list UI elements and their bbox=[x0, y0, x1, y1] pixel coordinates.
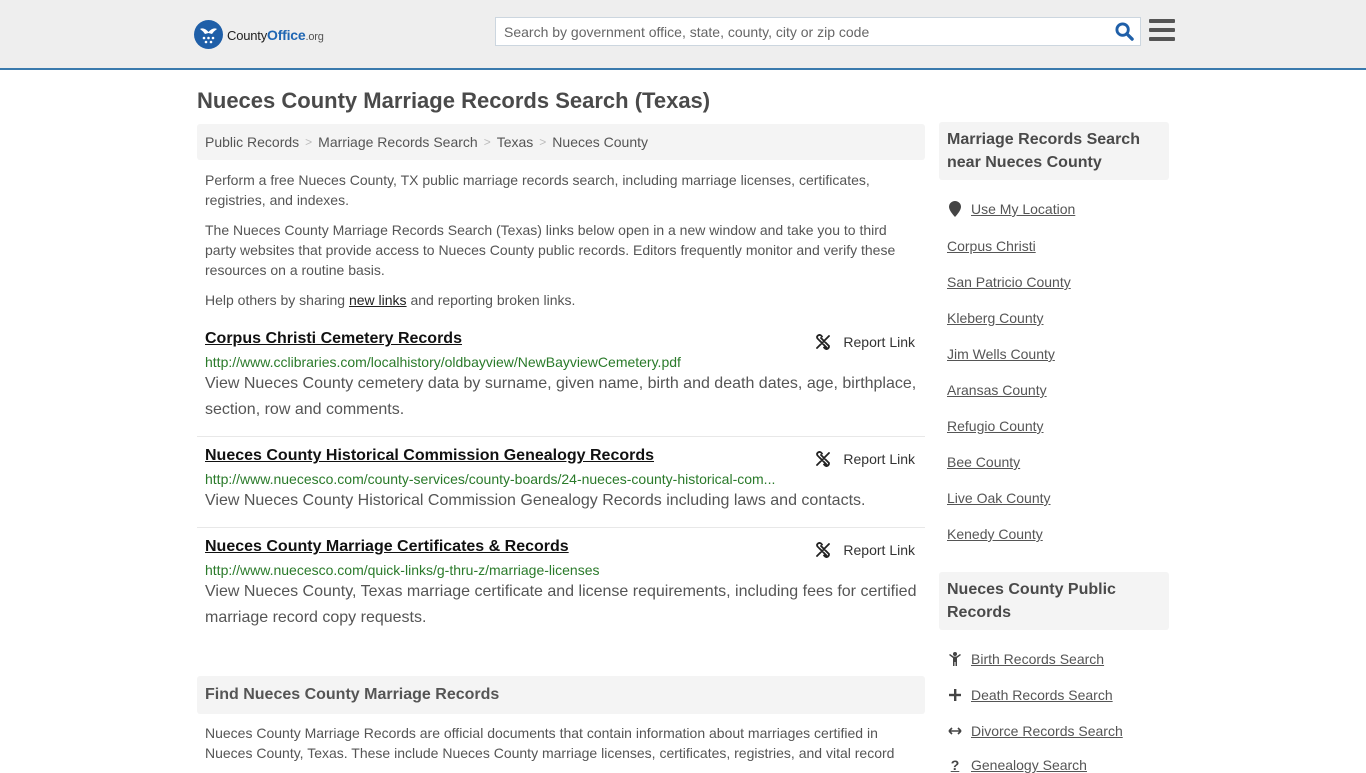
nearby-heading: Marriage Records Search near Nueces Coun… bbox=[939, 122, 1169, 180]
logo-text: CountyOffice.org bbox=[227, 26, 324, 43]
page-title: Nueces County Marriage Records Search (T… bbox=[197, 88, 711, 113]
result-description: View Nueces County Historical Commission… bbox=[205, 492, 866, 509]
result-description: View Nueces County, Texas marriage certi… bbox=[205, 583, 917, 626]
broken-link-icon bbox=[816, 334, 831, 350]
result-url[interactable]: http://www.nuecesco.com/quick-links/g-th… bbox=[205, 562, 917, 578]
report-link-button[interactable]: Report Link bbox=[815, 334, 915, 350]
result-item: Nueces County Marriage Certificates & Re… bbox=[197, 538, 925, 638]
site-logo[interactable]: CountyOffice.org bbox=[194, 20, 324, 49]
result-item: Nueces County Historical Commission Gene… bbox=[197, 447, 925, 528]
search-icon bbox=[1114, 22, 1134, 41]
intro-paragraph-1: Perform a free Nueces County, TX public … bbox=[205, 172, 870, 208]
child-icon bbox=[947, 652, 963, 666]
broken-link-icon bbox=[816, 542, 831, 558]
public-records-heading: Nueces County Public Records bbox=[939, 572, 1169, 630]
nearby-link-aransas-county[interactable]: Aransas County bbox=[947, 382, 1047, 398]
result-title-link[interactable]: Nueces County Marriage Certificates & Re… bbox=[205, 538, 569, 556]
genealogy-search-link[interactable]: ? Genealogy Search bbox=[947, 757, 1087, 773]
result-description: View Nueces County cemetery data by surn… bbox=[205, 375, 917, 418]
nearby-link-jim-wells-county[interactable]: Jim Wells County bbox=[947, 346, 1055, 362]
report-link-button[interactable]: Report Link bbox=[815, 451, 915, 467]
map-marker-icon bbox=[947, 201, 963, 217]
search-button[interactable] bbox=[1108, 18, 1140, 45]
nearby-link-bee-county[interactable]: Bee County bbox=[947, 454, 1020, 470]
search-bar bbox=[495, 17, 1141, 46]
broken-link-icon bbox=[816, 451, 831, 467]
breadcrumb-public-records[interactable]: Public Records bbox=[205, 134, 299, 150]
nearby-link-kenedy-county[interactable]: Kenedy County bbox=[947, 526, 1043, 542]
divorce-records-search-link[interactable]: Divorce Records Search bbox=[947, 723, 1123, 739]
result-title-link[interactable]: Corpus Christi Cemetery Records bbox=[205, 330, 462, 348]
breadcrumb-separator: > bbox=[483, 135, 491, 149]
result-url[interactable]: http://www.cclibraries.com/localhistory/… bbox=[205, 354, 917, 370]
find-section-body: Nueces County Marriage Records are offic… bbox=[205, 725, 895, 761]
question-icon: ? bbox=[950, 757, 960, 773]
site-header: CountyOffice.org bbox=[0, 0, 1366, 70]
result-item: Corpus Christi Cemetery Records Report L… bbox=[197, 330, 925, 437]
nearby-link-corpus-christi[interactable]: Corpus Christi bbox=[947, 238, 1036, 254]
result-url[interactable]: http://www.nuecesco.com/county-services/… bbox=[205, 471, 917, 487]
breadcrumb-separator: > bbox=[305, 135, 313, 149]
birth-records-search-link[interactable]: Birth Records Search bbox=[947, 651, 1104, 667]
cross-icon bbox=[947, 689, 963, 701]
breadcrumb-nueces-county[interactable]: Nueces County bbox=[552, 134, 648, 150]
arrows-horizontal-icon bbox=[947, 726, 963, 736]
result-title-link[interactable]: Nueces County Historical Commission Gene… bbox=[205, 447, 654, 465]
new-links-link[interactable]: new links bbox=[349, 292, 407, 308]
intro-paragraph-2: The Nueces County Marriage Records Searc… bbox=[205, 222, 896, 278]
nearby-link-live-oak-county[interactable]: Live Oak County bbox=[947, 490, 1051, 506]
find-section-heading: Find Nueces County Marriage Records bbox=[197, 676, 925, 714]
breadcrumb-separator: > bbox=[539, 135, 547, 149]
breadcrumb-marriage-records-search[interactable]: Marriage Records Search bbox=[318, 134, 478, 150]
search-input[interactable] bbox=[496, 18, 1108, 45]
report-link-button[interactable]: Report Link bbox=[815, 542, 915, 558]
eagle-logo-icon bbox=[194, 20, 223, 49]
death-records-search-link[interactable]: Death Records Search bbox=[947, 687, 1113, 703]
use-my-location-link[interactable]: Use My Location bbox=[947, 201, 1075, 217]
breadcrumb: Public Records > Marriage Records Search… bbox=[197, 124, 925, 160]
nearby-link-refugio-county[interactable]: Refugio County bbox=[947, 418, 1044, 434]
nearby-link-san-patricio-county[interactable]: San Patricio County bbox=[947, 274, 1071, 290]
intro-paragraph-3: Help others by sharing new links and rep… bbox=[205, 292, 576, 308]
hamburger-menu-icon[interactable] bbox=[1149, 19, 1175, 41]
nearby-link-kleberg-county[interactable]: Kleberg County bbox=[947, 310, 1044, 326]
breadcrumb-texas[interactable]: Texas bbox=[497, 134, 534, 150]
